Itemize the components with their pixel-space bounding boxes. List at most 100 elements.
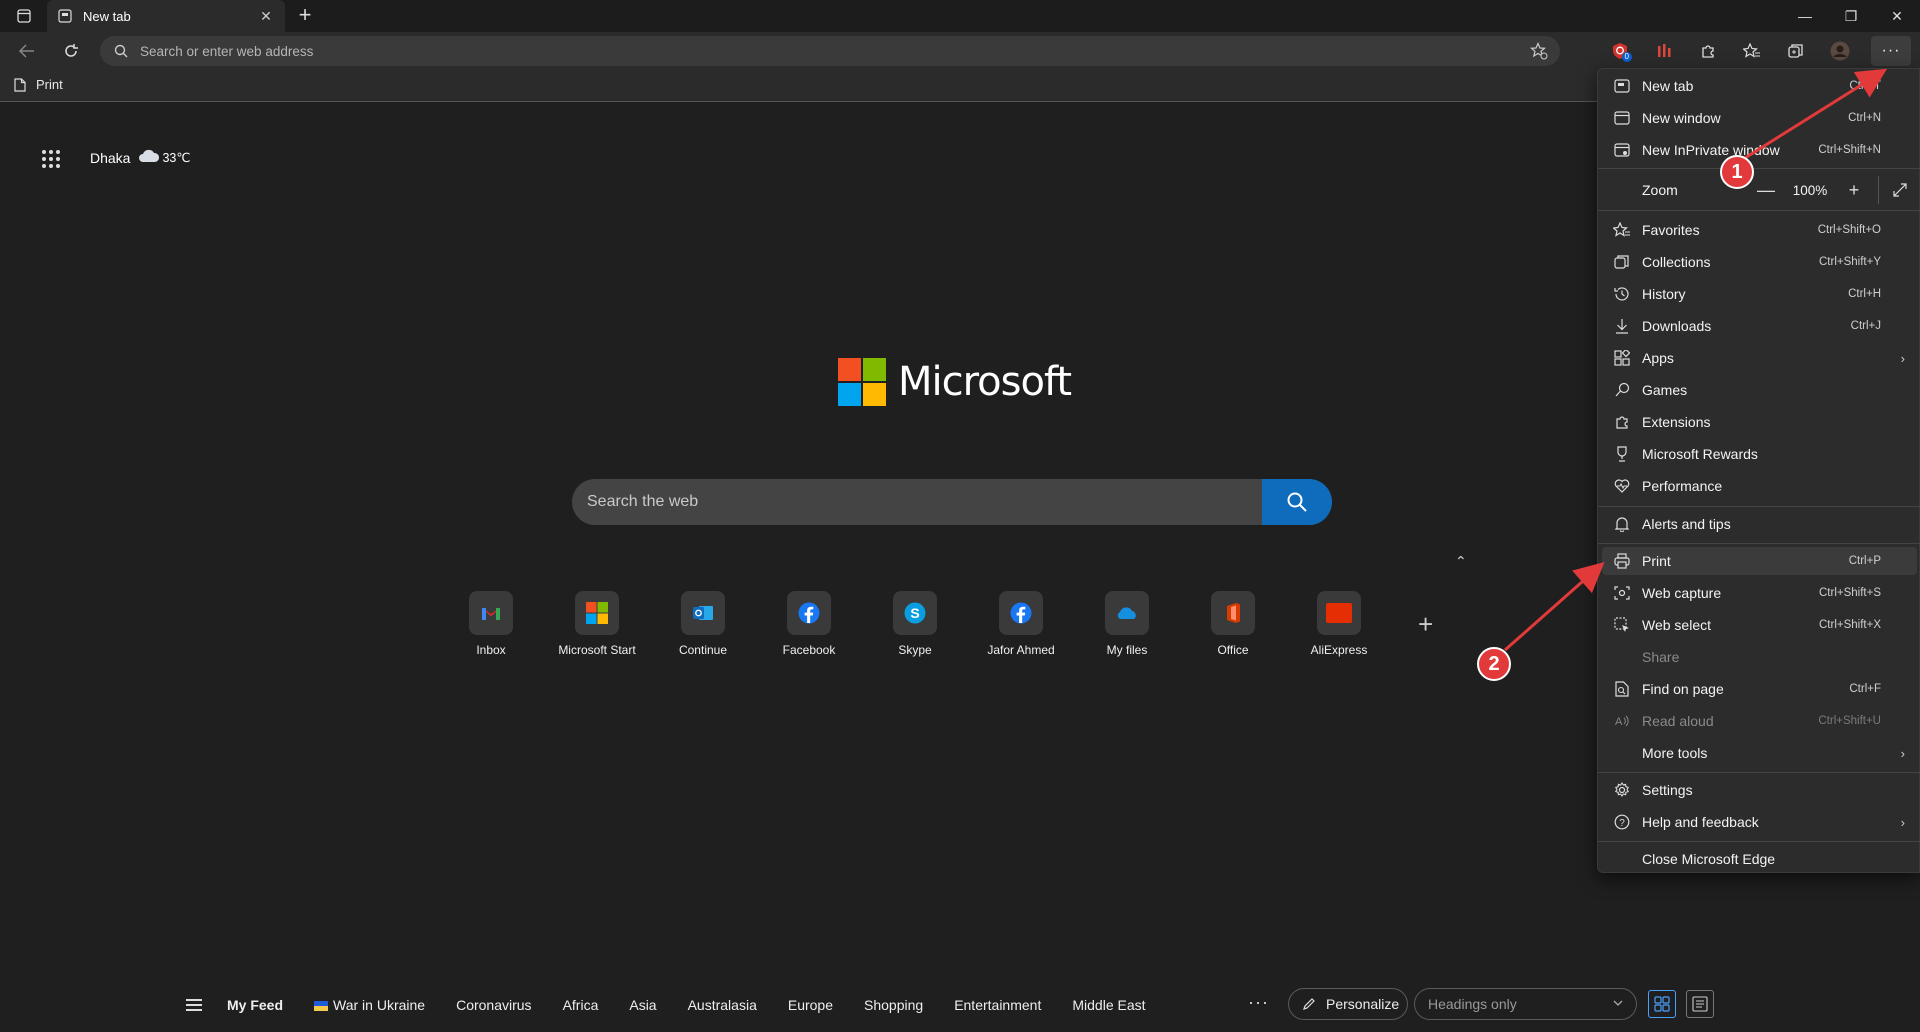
add-shortcut-plus-icon[interactable]: + (1418, 609, 1433, 640)
menu-item-games[interactable]: Games (1602, 376, 1917, 404)
close-window-button[interactable]: ✕ (1874, 0, 1920, 32)
menu-item-performance[interactable]: Performance (1602, 472, 1917, 500)
zoom-out-button[interactable]: — (1748, 180, 1784, 201)
tab-actions-icon (17, 9, 31, 23)
tile-my-files[interactable]: My files (1074, 591, 1180, 657)
tab-new-tab[interactable]: New tab ✕ (47, 0, 285, 32)
weather-temp: 33℃ (162, 151, 191, 165)
search-web-input[interactable]: Search the web (572, 493, 1262, 511)
menu-item-favorites[interactable]: Favorites Ctrl+Shift+O (1602, 216, 1917, 244)
fullscreen-button[interactable] (1883, 183, 1917, 197)
tile-aliexpress[interactable]: AliExpress (1286, 591, 1392, 657)
tile-label: AliExpress (1310, 643, 1368, 657)
menu-label: Apps (1642, 350, 1674, 366)
collapse-tiles-chevron-up-icon[interactable]: ⌃ (1455, 553, 1467, 570)
menu-item-web-capture[interactable]: Web capture Ctrl+Shift+S (1602, 579, 1917, 607)
performance-heart-icon (1612, 479, 1632, 493)
settings-and-more-button[interactable]: ··· (1871, 36, 1911, 66)
collections-icon[interactable] (1774, 37, 1818, 65)
menu-hamburger-icon[interactable] (186, 999, 202, 1014)
tab-title: New tab (83, 8, 131, 24)
menu-item-apps[interactable]: Apps › (1602, 344, 1917, 372)
web-capture-icon (1612, 585, 1632, 601)
aliexpress-icon (1317, 591, 1361, 635)
add-favorite-icon[interactable] (1529, 42, 1548, 65)
new-tab-icon (1612, 79, 1632, 93)
feed-tab-war-in-ukraine[interactable]: War in Ukraine (314, 997, 425, 1013)
favorite-print[interactable]: Print (14, 77, 63, 92)
feed-tab-entertainment[interactable]: Entertainment (954, 997, 1041, 1013)
facebook-icon (999, 591, 1043, 635)
tab-actions-button[interactable] (8, 6, 40, 26)
zoom-in-button[interactable]: + (1836, 180, 1872, 201)
ukraine-flag-icon (314, 1001, 329, 1011)
toolbar: Search or enter web address 0 ··· (0, 32, 1920, 70)
grid-view-button[interactable] (1648, 990, 1676, 1018)
close-tab-icon[interactable]: ✕ (257, 8, 275, 25)
menu-item-new-tab[interactable]: New tab Ctrl+T (1602, 72, 1917, 100)
adblock-icon[interactable]: 0 (1598, 37, 1642, 65)
list-view-icon (1692, 996, 1708, 1012)
address-bar[interactable]: Search or enter web address (100, 36, 1560, 66)
collections-icon (1612, 254, 1632, 270)
menu-item-settings[interactable]: Settings (1602, 776, 1917, 804)
menu-item-new-inprivate[interactable]: New InPrivate window Ctrl+Shift+N (1602, 136, 1917, 164)
feed-tab-my-feed[interactable]: My Feed (227, 997, 283, 1013)
feed-tab-middle-east[interactable]: Middle East (1072, 997, 1145, 1013)
favorites-star-icon[interactable] (1730, 37, 1774, 65)
restore-button[interactable]: ❐ (1828, 0, 1874, 32)
menu-item-find-on-page[interactable]: Find on page Ctrl+F (1602, 675, 1917, 703)
extensions-icon[interactable] (1686, 37, 1730, 65)
list-view-button[interactable] (1686, 990, 1714, 1018)
refresh-button[interactable] (56, 38, 86, 64)
menu-shortcut: Ctrl+T (1849, 80, 1881, 92)
outlook-icon (681, 591, 725, 635)
app-launcher-icon[interactable] (42, 150, 60, 168)
back-button[interactable] (12, 38, 42, 64)
menu-item-close-microsoft-edge[interactable]: Close Microsoft Edge (1602, 845, 1917, 873)
menu-item-web-select[interactable]: Web select Ctrl+Shift+X (1602, 611, 1917, 639)
menu-item-alerts-and-tips[interactable]: Alerts and tips (1602, 510, 1917, 538)
download-icon (1612, 318, 1632, 334)
feed-tab-asia[interactable]: Asia (629, 997, 656, 1013)
tile-jafor-ahmed[interactable]: Jafor Ahmed (968, 591, 1074, 657)
fullscreen-expand-icon (1893, 183, 1907, 197)
tile-office[interactable]: Office (1180, 591, 1286, 657)
weather-widget[interactable]: Dhaka 33℃ (90, 149, 190, 166)
menu-item-help-and-feedback[interactable]: ? Help and feedback › (1602, 808, 1917, 836)
menu-item-print[interactable]: Print Ctrl+P (1602, 547, 1917, 575)
feed-tab-coronavirus[interactable]: Coronavirus (456, 997, 531, 1013)
layout-select[interactable]: Headings only (1414, 988, 1637, 1020)
feed-tab-australasia[interactable]: Australasia (688, 997, 757, 1013)
search-submit-button[interactable] (1262, 479, 1332, 525)
profile-avatar[interactable] (1818, 37, 1862, 65)
feed-tab-europe[interactable]: Europe (788, 997, 833, 1013)
menu-item-microsoft-rewards[interactable]: Microsoft Rewards (1602, 440, 1917, 468)
tile-continue[interactable]: Continue (650, 591, 756, 657)
menu-label: Extensions (1642, 414, 1711, 430)
feed-tab-shopping[interactable]: Shopping (864, 997, 923, 1013)
menu-label: Help and feedback (1642, 814, 1759, 830)
extension-red-icon[interactable] (1642, 37, 1686, 65)
tile-skype[interactable]: S Skype (862, 591, 968, 657)
menu-divider (1598, 210, 1920, 211)
feed-tab-africa[interactable]: Africa (563, 997, 599, 1013)
menu-divider (1598, 506, 1920, 507)
tile-facebook[interactable]: Facebook (756, 591, 862, 657)
personalize-button[interactable]: Personalize (1288, 988, 1408, 1020)
extension-badge: 0 (1621, 52, 1632, 62)
menu-item-new-window[interactable]: New window Ctrl+N (1602, 104, 1917, 132)
web-search-box[interactable]: Search the web (572, 479, 1332, 525)
menu-item-history[interactable]: History Ctrl+H (1602, 280, 1917, 308)
tile-inbox[interactable]: Inbox (438, 591, 544, 657)
menu-label: Collections (1642, 254, 1711, 270)
tile-microsoft-start[interactable]: Microsoft Start (544, 591, 650, 657)
new-tab-button[interactable]: + (292, 4, 318, 28)
feed-more-button[interactable]: ··· (1248, 992, 1269, 1013)
menu-item-extensions[interactable]: Extensions (1602, 408, 1917, 436)
menu-label: Share (1642, 649, 1680, 665)
minimize-button[interactable]: — (1782, 0, 1828, 32)
menu-item-more-tools[interactable]: More tools › (1602, 739, 1917, 767)
menu-item-collections[interactable]: Collections Ctrl+Shift+Y (1602, 248, 1917, 276)
menu-item-downloads[interactable]: Downloads Ctrl+J (1602, 312, 1917, 340)
